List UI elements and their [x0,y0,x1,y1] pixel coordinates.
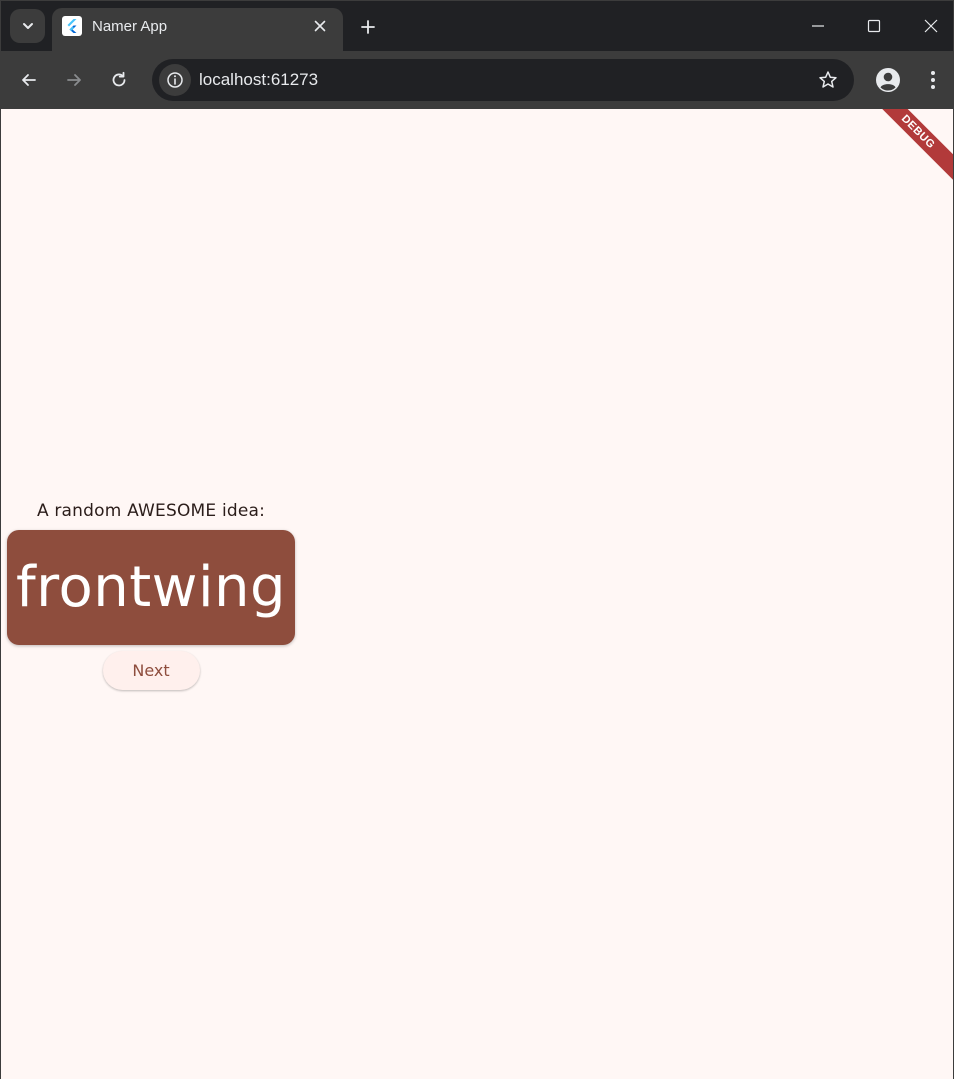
close-window-button[interactable] [911,9,951,43]
minimize-button[interactable] [798,9,838,43]
arrow-left-icon [22,74,36,86]
profile-button[interactable] [873,65,903,95]
tab-title: Namer App [92,18,168,35]
new-tab-button[interactable] [354,13,382,41]
browser-menu-button[interactable] [919,65,947,95]
chevron-down-icon [22,23,33,29]
address-bar[interactable]: localhost:61273 [152,59,854,101]
url-text[interactable]: localhost:61273 [199,70,318,90]
tab-namer-app[interactable]: Namer App [52,8,343,51]
close-icon [314,20,326,32]
tab-search-button[interactable] [10,9,45,43]
word-pair-text: frontwing [15,555,287,620]
forward-button[interactable] [58,64,90,96]
arrow-right-icon [67,74,81,86]
back-button[interactable] [13,64,45,96]
reload-button[interactable] [103,64,135,96]
star-icon [819,71,837,88]
close-icon [924,19,938,33]
flutter-logo-icon [62,16,82,36]
reload-icon [112,71,126,87]
idea-label: A random AWESOME idea: [36,501,266,521]
debug-banner: DEBUG [858,109,953,192]
maximize-button[interactable] [854,9,894,43]
info-icon [167,72,183,88]
plus-icon [361,20,375,34]
minimize-icon [812,25,824,27]
maximize-icon [867,19,881,33]
next-button[interactable]: Next [102,651,200,690]
generator-page: A random AWESOME idea: frontwing Next [7,501,295,690]
app-viewport: DEBUG A random AWESOME idea: frontwing N… [1,109,953,1079]
tab-strip: Namer App [1,1,953,51]
browser-window: Namer App localhost:61273 DEBUG A random… [0,0,954,1079]
browser-toolbar: localhost:61273 [1,51,953,109]
more-vertical-icon [931,71,935,89]
close-tab-button[interactable] [309,15,331,37]
word-pair-card: frontwing [7,530,295,645]
account-icon [876,68,900,92]
bookmark-button[interactable] [816,68,840,92]
site-info-button[interactable] [159,64,191,96]
